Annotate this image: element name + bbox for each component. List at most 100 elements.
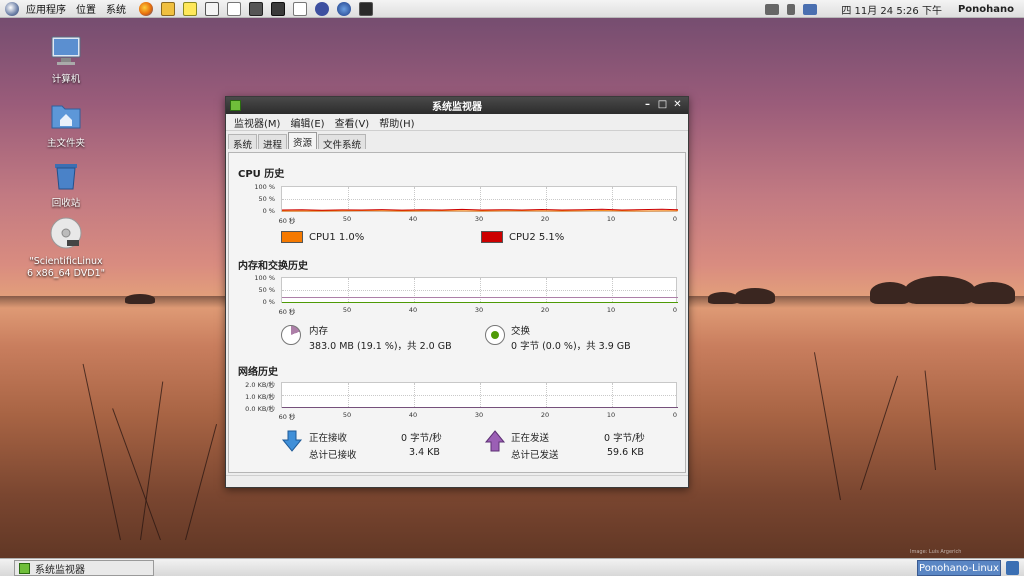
notes-icon[interactable] xyxy=(183,1,197,16)
sending-rate: 0 字节/秒 xyxy=(604,433,645,444)
x-tick: 50 xyxy=(342,411,352,419)
tab-processes[interactable]: 进程 xyxy=(258,134,288,151)
maximize-icon[interactable]: □ xyxy=(656,99,669,112)
calculator-icon[interactable] xyxy=(271,1,285,16)
top-panel: 应用程序 位置 系统 四 11月 24 5:26 下午 Ponohano xyxy=(0,0,1024,18)
desktop-icon-trash[interactable]: 回收站 xyxy=(26,158,106,210)
reed xyxy=(924,370,936,471)
tree xyxy=(905,276,975,304)
tab-file-systems[interactable]: 文件系统 xyxy=(318,134,367,151)
memory-section-title: 内存和交换历史 xyxy=(238,261,308,272)
trash-icon xyxy=(55,164,77,190)
mail-icon[interactable] xyxy=(161,1,175,16)
x-tick: 10 xyxy=(606,411,616,419)
menu-view[interactable]: 查看(V) xyxy=(330,115,375,130)
distro-logo-icon[interactable] xyxy=(5,1,19,16)
reed xyxy=(185,423,218,541)
desktop-icon-label: 主文件夹 xyxy=(46,138,85,149)
workspace-switcher[interactable]: Ponohano-Linux xyxy=(917,560,1001,576)
mem-y-tick: 50 % xyxy=(258,286,275,294)
x-tick: 30 xyxy=(474,306,484,314)
clock[interactable]: 四 11月 24 5:26 下午 xyxy=(821,2,952,17)
net-y-tick: 1.0 KB/秒 xyxy=(245,393,275,401)
x-tick: 50 xyxy=(342,306,352,314)
menu-edit[interactable]: 编辑(E) xyxy=(285,115,329,130)
tree xyxy=(708,292,738,304)
x-tick: 50 xyxy=(342,215,352,223)
close-icon[interactable]: ✕ xyxy=(671,99,684,112)
swap-value: 0 字节 (0.0 %)，共 3.9 GB xyxy=(511,341,631,352)
total-received-label: 总计已接收 xyxy=(309,450,357,461)
x-tick: 40 xyxy=(408,411,418,419)
network-status-icon[interactable] xyxy=(765,3,780,15)
computer-icon xyxy=(51,36,81,65)
receiving-rate: 0 字节/秒 xyxy=(401,433,442,444)
network-history-graph xyxy=(281,382,678,408)
menu-help[interactable]: 帮助(H) xyxy=(374,115,419,130)
screenshot-icon[interactable] xyxy=(249,1,263,16)
x-tick: 0 xyxy=(672,215,678,223)
x-tick: 20 xyxy=(540,306,550,314)
cpu2-color-swatch[interactable] xyxy=(481,231,503,243)
x-tick: 60 秒 xyxy=(278,413,296,421)
x-tick: 20 xyxy=(540,215,550,223)
eclipse-icon[interactable] xyxy=(315,1,329,16)
desktop-icon-dvd[interactable]: "ScientificLinux 6 x86_64 DVD1" xyxy=(26,216,106,280)
reed xyxy=(813,352,841,501)
cpu-history-graph xyxy=(281,186,678,212)
menubar: 监视器(M) 编辑(E) 查看(V) 帮助(H) xyxy=(226,114,688,131)
mem-y-tick: 100 % xyxy=(254,274,275,282)
terminal-icon[interactable] xyxy=(359,1,373,16)
image-credit: Image: Luis Argerich xyxy=(910,549,962,555)
applications-menu[interactable]: 应用程序 xyxy=(21,1,71,16)
display-icon[interactable] xyxy=(803,3,818,15)
x-tick: 0 xyxy=(672,411,678,419)
tab-system[interactable]: 系统 xyxy=(228,134,258,151)
cpu1-color-swatch[interactable] xyxy=(281,231,303,243)
tab-resources[interactable]: 资源 xyxy=(288,132,318,149)
memory-label: 内存 xyxy=(309,326,329,337)
dvd-icon xyxy=(50,217,82,249)
swap-usage-pie[interactable] xyxy=(485,325,505,345)
x-tick: 60 秒 xyxy=(278,217,296,225)
desktop-icon-home[interactable]: 主文件夹 xyxy=(26,98,106,150)
cpu2-legend: CPU2 5.1% xyxy=(509,232,565,243)
bottom-panel: 系统监视器 Ponohano-Linux xyxy=(0,558,1024,576)
dictionary-icon[interactable] xyxy=(205,1,219,16)
total-sent-value: 59.6 KB xyxy=(607,447,644,458)
cpu-y-tick: 0 % xyxy=(262,207,275,215)
system-menu[interactable]: 系统 xyxy=(101,1,131,16)
upload-arrow-icon[interactable] xyxy=(484,430,506,452)
system-monitor-app-icon[interactable] xyxy=(230,100,241,111)
x-tick: 0 xyxy=(672,306,678,314)
places-menu[interactable]: 位置 xyxy=(71,1,101,16)
download-arrow-icon[interactable] xyxy=(281,430,303,452)
x-tick: 30 xyxy=(474,215,484,223)
firefox-icon[interactable] xyxy=(139,1,153,16)
document-viewer-icon[interactable] xyxy=(227,1,241,16)
mem-y-tick: 0 % xyxy=(262,298,275,306)
tab-bar: 系统 进程 资源 文件系统 xyxy=(226,131,688,151)
x-tick: 10 xyxy=(606,306,616,314)
network-icon[interactable] xyxy=(337,1,351,16)
x-tick: 40 xyxy=(408,215,418,223)
net-y-tick: 0.0 KB/秒 xyxy=(245,405,275,413)
total-sent-label: 总计已发送 xyxy=(511,450,559,461)
minimize-icon[interactable]: – xyxy=(641,99,654,112)
memory-usage-pie[interactable] xyxy=(281,325,301,345)
tree xyxy=(970,282,1015,304)
receiving-label: 正在接收 xyxy=(309,433,348,444)
tree xyxy=(125,294,155,304)
system-monitor-app-icon xyxy=(19,562,30,574)
trash-icon[interactable] xyxy=(1006,561,1019,575)
window-titlebar[interactable]: 系统监视器 – □ ✕ xyxy=(226,97,688,114)
menu-monitor[interactable]: 监视器(M) xyxy=(229,115,285,130)
taskbar-system-monitor[interactable]: 系统监视器 xyxy=(14,560,154,576)
user-menu[interactable]: Ponohano xyxy=(952,4,1024,15)
swap-pie-dot xyxy=(491,331,499,339)
net-y-tick: 2.0 KB/秒 xyxy=(245,381,275,389)
desktop-icon-computer[interactable]: 计算机 xyxy=(26,34,106,86)
text-editor-icon[interactable] xyxy=(293,1,307,16)
cpu-y-tick: 100 % xyxy=(254,183,275,191)
volume-icon[interactable] xyxy=(787,3,796,15)
